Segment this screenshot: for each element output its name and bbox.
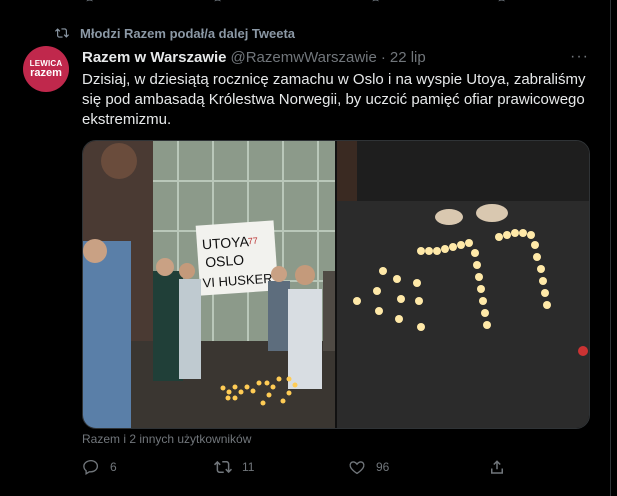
avatar-line2: razem	[30, 67, 62, 79]
tagged-users[interactable]: Razem i 2 innych użytkowników	[82, 432, 251, 446]
reply-button[interactable]: 6	[82, 458, 117, 476]
like-icon: ⌢	[372, 0, 380, 6]
retweet-icon: ⌢	[214, 0, 222, 6]
tweet-header: Razem w Warszawie @RazemwWarszawie · 22 …	[82, 49, 426, 66]
photo-candles-77[interactable]	[337, 141, 589, 428]
media-grid: UTOYA 77 OSLO VI HUSKER	[82, 140, 590, 429]
author-display-name[interactable]: Razem w Warszawie	[82, 49, 227, 66]
like-button[interactable]: 96	[348, 458, 389, 476]
previous-tweet-actions-stub: ⌢ ⌢ ⌢ ⌢	[0, 0, 617, 10]
share-icon	[491, 460, 503, 474]
photo-embassy-banner-graphic: UTOYA 77 OSLO VI HUSKER	[83, 141, 335, 428]
author-handle[interactable]: @RazemwWarszawie	[231, 49, 377, 66]
heart-icon	[349, 461, 365, 475]
separator-dot: ·	[380, 49, 386, 66]
more-options-icon[interactable]: ···	[570, 48, 589, 66]
retweet-context-text[interactable]: Młodzi Razem podał/a dalej Tweeta	[80, 26, 295, 41]
retweet-icon	[214, 460, 232, 474]
photo-embassy-banner[interactable]: UTOYA 77 OSLO VI HUSKER	[83, 141, 335, 428]
like-count: 96	[376, 460, 390, 474]
reply-icon: ⌢	[86, 0, 94, 6]
retweet-icon	[55, 28, 69, 38]
share-button[interactable]	[488, 458, 506, 476]
retweet-button[interactable]: 11	[214, 458, 254, 476]
photo-candles-graphic	[337, 141, 589, 428]
retweet-count: 11	[242, 460, 255, 474]
reply-count: 6	[110, 460, 117, 474]
timeline-border	[610, 0, 611, 496]
share-icon: ⌢	[498, 0, 506, 6]
banner-line2: OSLO	[205, 252, 245, 271]
banner-number: 77	[248, 236, 259, 247]
reply-icon	[83, 459, 99, 475]
retweet-context[interactable]: Młodzi Razem podał/a dalej Tweeta	[54, 25, 295, 41]
tweet-actions: 6 11 96	[82, 458, 503, 478]
tweet-date[interactable]: 22 lip	[390, 49, 426, 66]
banner-line1: UTOYA	[201, 233, 250, 252]
tweet-text: Dzisiaj, w dziesiątą rocznicę zamachu w …	[82, 71, 586, 128]
avatar[interactable]: LEWICA razem	[23, 46, 69, 92]
